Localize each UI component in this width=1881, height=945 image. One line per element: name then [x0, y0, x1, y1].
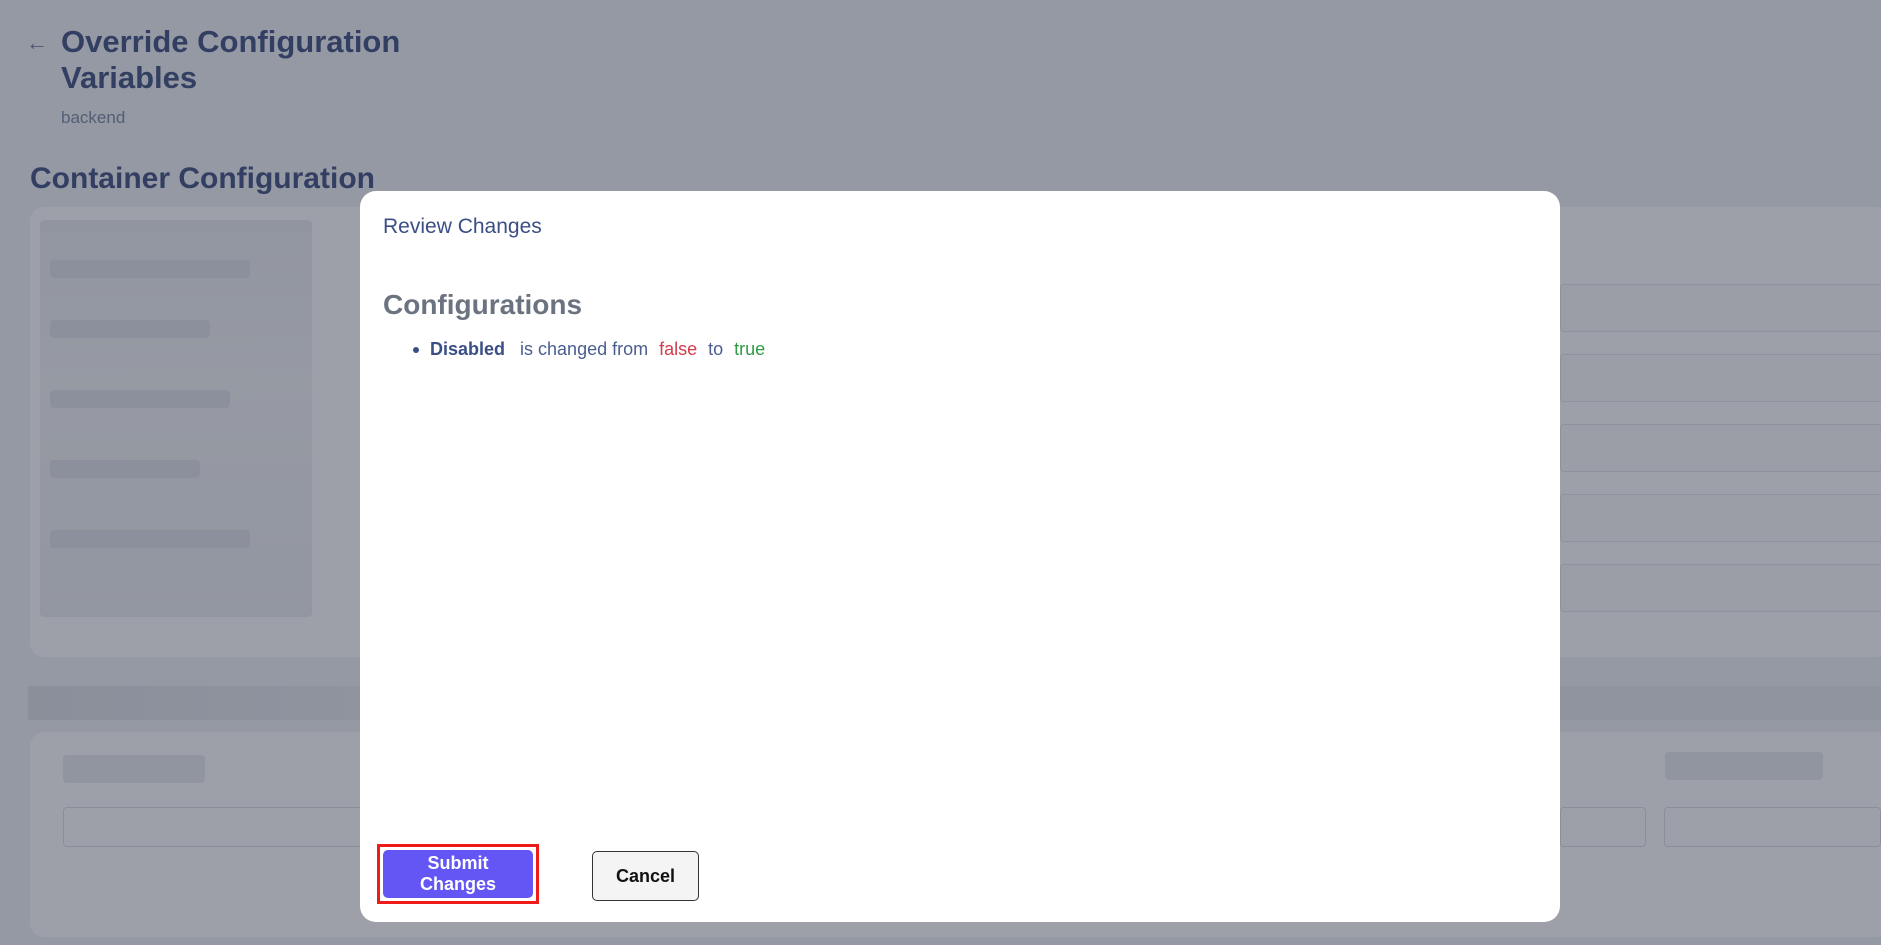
change-list: Disabled is changed from false to true [383, 339, 765, 360]
modal-title: Review Changes [383, 215, 542, 238]
new-value: true [734, 339, 766, 359]
submit-changes-button[interactable]: Submit Changes [383, 850, 533, 898]
bullet-icon [413, 346, 419, 353]
cancel-button[interactable]: Cancel [592, 851, 699, 901]
old-value: false [659, 339, 698, 359]
changed-field-name: Disabled [430, 339, 506, 359]
to-word: to [708, 339, 724, 359]
list-item: Disabled is changed from false to true [383, 339, 765, 360]
configurations-heading: Configurations [383, 289, 583, 320]
change-connector: is changed from [520, 339, 649, 359]
review-changes-modal: Review Changes Configurations Disabled i… [360, 191, 1560, 922]
